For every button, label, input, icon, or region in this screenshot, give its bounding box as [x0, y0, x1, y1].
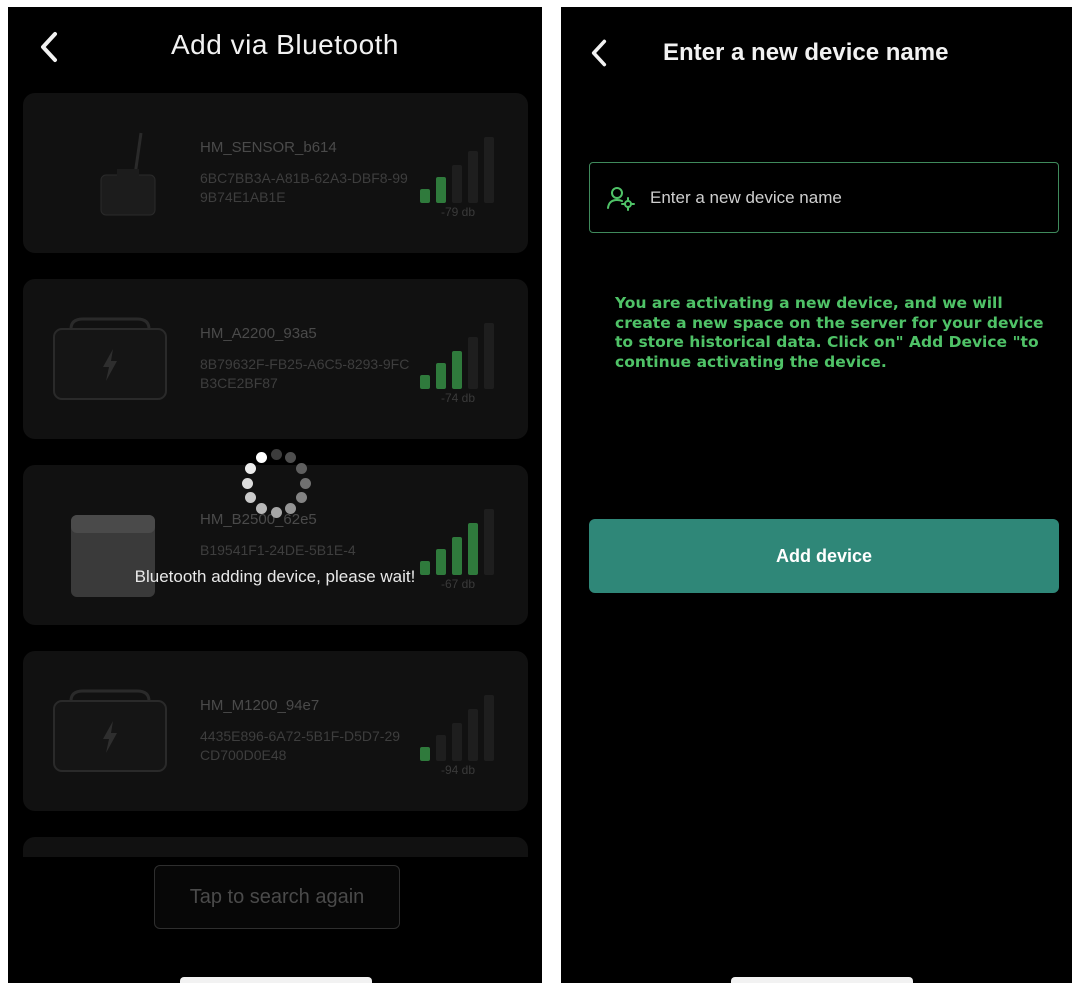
- device-card[interactable]: HM_SENSOR_b614 6BC7BB3A-A81B-62A3-DBF8-9…: [23, 93, 528, 253]
- signal-bar: [452, 351, 462, 389]
- sensor-device-icon: [93, 129, 163, 219]
- page-title: Enter a new device name: [663, 39, 949, 66]
- device-name-field[interactable]: [589, 162, 1059, 233]
- signal-bar: [436, 177, 446, 203]
- spinner-dot: [245, 492, 257, 503]
- spinner-dot: [270, 506, 282, 518]
- spinner-dot: [245, 463, 257, 474]
- signal-bar: [484, 137, 494, 203]
- signal-bar: [484, 323, 494, 389]
- spinner-dot: [295, 463, 307, 474]
- signal-strength-icon: [420, 691, 502, 761]
- signal-bar: [484, 695, 494, 761]
- activation-info-text: You are activating a new device, and we …: [615, 294, 1044, 371]
- device-card[interactable]: HM_A2200_93a5 8B79632F-FB25-A6C5-8293-9F…: [23, 279, 528, 439]
- power-station-icon: [51, 687, 169, 775]
- spinner-dot: [299, 477, 311, 489]
- signal-bar: [420, 375, 430, 389]
- signal-bar: [452, 165, 462, 203]
- device-card-partial: [23, 837, 528, 857]
- signal-bar: [484, 509, 494, 575]
- device-card[interactable]: HM_M1200_94e7 4435E896-6A72-5B1F-D5D7-29…: [23, 651, 528, 811]
- device-uuid: 4435E896-6A72-5B1F-D5D7-29CD700D0E48: [200, 728, 401, 763]
- device-name: HM_SENSOR_b614: [200, 139, 337, 156]
- device-name-screen: Enter a new device name You are activati…: [561, 7, 1072, 983]
- home-indicator: [180, 977, 372, 983]
- device-name: HM_A2200_93a5: [200, 325, 317, 342]
- spinner-dot: [241, 477, 253, 489]
- spinner-dot: [295, 492, 307, 503]
- search-again-button[interactable]: Tap to search again: [154, 865, 400, 929]
- signal-strength-icon: [420, 505, 502, 575]
- signal-strength-icon: [420, 319, 502, 389]
- device-uuid: B19541F1-24DE-5B1E-4: [200, 542, 356, 558]
- spinner-dot: [285, 452, 296, 464]
- signal-strength-icon: [420, 133, 502, 203]
- signal-bar: [452, 723, 462, 761]
- power-station-icon: [51, 315, 169, 403]
- spinner-dot: [256, 452, 267, 464]
- signal-bar: [468, 709, 478, 761]
- spinner-dot: [285, 502, 296, 514]
- add-via-bluetooth-screen: Add via Bluetooth HM_SENSOR_b614 6BC7BB3…: [8, 7, 542, 983]
- page-title: Add via Bluetooth: [171, 29, 399, 60]
- home-indicator: [731, 977, 913, 983]
- signal-bar: [420, 189, 430, 203]
- signal-bar: [420, 747, 430, 761]
- device-name: HM_M1200_94e7: [200, 697, 320, 714]
- signal-bar: [436, 735, 446, 761]
- device-uuid: 6BC7BB3A-A81B-62A3-DBF8-999B74E1AB1E: [200, 170, 408, 205]
- spinner-dot: [256, 502, 267, 514]
- spinner-dot: [270, 448, 282, 460]
- signal-bar: [436, 363, 446, 389]
- device-uuid: 8B79632F-FB25-A6C5-8293-9FCB3CE2BF87: [200, 356, 410, 391]
- back-arrow-icon[interactable]: [587, 37, 611, 69]
- signal-rssi: -79 db: [441, 205, 476, 219]
- device-name-input[interactable]: [648, 186, 1058, 209]
- signal-bar: [468, 337, 478, 389]
- user-settings-icon: [607, 186, 635, 211]
- loading-message: Bluetooth adding device, please wait!: [134, 567, 416, 586]
- loading-spinner-icon: [240, 447, 312, 519]
- signal-rssi: -74 db: [441, 391, 476, 405]
- signal-rssi: -94 db: [441, 763, 476, 777]
- add-device-button[interactable]: Add device: [589, 519, 1059, 593]
- signal-bar: [468, 151, 478, 203]
